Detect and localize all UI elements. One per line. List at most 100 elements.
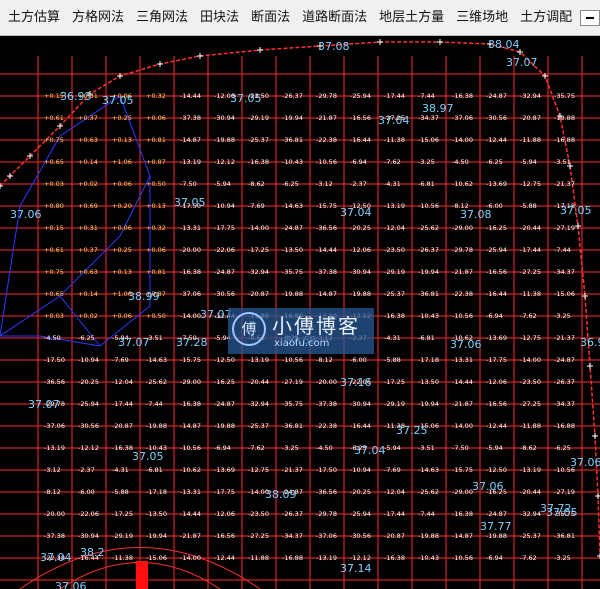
cut-value: -27.25: [520, 268, 541, 276]
elevation-label: 38.09: [265, 488, 297, 501]
cut-value: -36.81: [282, 422, 303, 430]
cut-value: -13.69: [486, 334, 507, 342]
cut-value: -32.94: [248, 268, 269, 276]
cut-value: -7.50: [180, 180, 197, 188]
close-button[interactable]: [580, 10, 600, 26]
cut-value: -7.44: [418, 92, 435, 100]
cut-value: -12.12: [350, 554, 371, 562]
menu-item-0[interactable]: 土方估算: [0, 0, 66, 35]
cut-value: -19.94: [418, 268, 439, 276]
elevation-label: 37.06: [450, 338, 482, 351]
cut-value: -37.38: [44, 532, 65, 540]
cut-value: -10.56: [180, 444, 201, 452]
cut-value: -29.78: [452, 246, 473, 254]
cut-value: -20.00: [44, 510, 65, 518]
fill-value: +0.37: [78, 246, 98, 254]
menu-item-6[interactable]: 地层土方量: [373, 0, 450, 35]
cut-value: -10.94: [214, 202, 235, 210]
cut-value: -17.18: [146, 488, 167, 496]
cut-value: -14.00: [520, 356, 541, 364]
cut-value: -11.88: [248, 554, 269, 562]
cut-value: -12.75: [520, 334, 541, 342]
cut-value: -14.87: [452, 532, 473, 540]
elevation-label: 36.97: [580, 336, 600, 349]
cut-value: -16.56: [350, 114, 371, 122]
cut-value: -6.94: [214, 444, 231, 452]
cut-value: -26.37: [554, 378, 575, 386]
fill-value: +0.06: [112, 180, 132, 188]
fill-value: +0.75: [44, 268, 64, 276]
cut-value: -13.19: [248, 356, 269, 364]
fill-value: +0.02: [78, 180, 98, 188]
cut-value: -20.44: [520, 224, 541, 232]
cut-value: -14.44: [316, 246, 337, 254]
cut-value: -27.25: [248, 532, 269, 540]
fill-value: +0.03: [44, 180, 64, 188]
watermark-emblem-icon: 傅: [232, 312, 266, 346]
cut-value: -24.87: [214, 268, 235, 276]
menu-item-5[interactable]: 道路断面法: [296, 0, 373, 35]
cut-value: -7.62: [248, 444, 265, 452]
cut-value: -13.50: [418, 378, 439, 386]
menu-item-8[interactable]: 土方调配: [514, 0, 578, 35]
cut-value: -15.06: [554, 290, 575, 298]
elevation-label: 37.72: [540, 502, 572, 515]
cut-value: -36.81: [282, 136, 303, 144]
cut-value: -30.94: [350, 268, 371, 276]
menu-item-7[interactable]: 三维场地: [450, 0, 514, 35]
cut-value: -10.56: [282, 356, 303, 364]
cut-value: -14.87: [180, 422, 201, 430]
fill-value: +0.06: [112, 224, 132, 232]
cut-value: -12.04: [384, 224, 405, 232]
elevation-label: 37.07: [506, 56, 538, 69]
cut-value: -21.37: [554, 180, 575, 188]
menu-item-4[interactable]: 断面法: [245, 0, 296, 35]
cut-value: -11.38: [384, 136, 405, 144]
cut-value: -7.62: [520, 554, 537, 562]
cad-drawing-area[interactable]: -14.44 -12.06 -23.50 -26.37 -29.78 -25.94 -17.…: [0, 36, 600, 589]
cut-value: -16.88: [554, 136, 575, 144]
cut-value: -25.94: [486, 246, 507, 254]
cut-value: -35.75: [282, 268, 303, 276]
cut-value: -3.25: [282, 444, 299, 452]
menu-item-1[interactable]: 方格网法: [66, 0, 130, 35]
cut-value: -3.51: [554, 158, 571, 166]
cut-value: -10.43: [418, 312, 439, 320]
cut-value: -20.87: [520, 114, 541, 122]
cut-value: -10.62: [452, 180, 473, 188]
elevation-label: 38.99: [128, 290, 160, 303]
cut-value: -22.38: [316, 136, 337, 144]
cut-value: -21.37: [554, 334, 575, 342]
cut-value: -6.81: [418, 334, 435, 342]
cut-value: -17.18: [418, 356, 439, 364]
cut-value: -34.37: [554, 268, 575, 276]
fill-value: +0.13: [112, 136, 132, 144]
cut-value: -16.56: [214, 532, 235, 540]
cut-value: -4.31: [112, 466, 129, 474]
menu-item-2[interactable]: 三角网法: [130, 0, 194, 35]
cut-value: -20.25: [350, 488, 371, 496]
cut-value: -16.44: [350, 422, 371, 430]
menu-item-3[interactable]: 田块法: [194, 0, 245, 35]
cut-value: -27.19: [554, 488, 575, 496]
fill-value: +0.81: [146, 136, 166, 144]
cut-value: -36.56: [316, 488, 337, 496]
fill-value: +0.32: [146, 92, 166, 100]
cut-value: -7.69: [112, 356, 129, 364]
cut-value: -19.94: [146, 532, 167, 540]
cut-value: -21.87: [452, 400, 473, 408]
fill-value: +0.13: [112, 268, 132, 276]
cut-value: -37.38: [316, 268, 337, 276]
cut-value: -7.44: [554, 246, 571, 254]
elevation-label: 37.06: [10, 208, 42, 221]
cut-value: -17.75: [214, 224, 235, 232]
fill-value: +0.50: [146, 180, 166, 188]
cut-value: -20.44: [248, 378, 269, 386]
elevation-label: 37.06: [55, 580, 87, 589]
cut-value: -13.50: [146, 510, 167, 518]
cut-value: -10.43: [418, 554, 439, 562]
cut-value: -5.94: [520, 158, 537, 166]
cut-value: -23.50: [248, 510, 269, 518]
cut-value: -24.87: [486, 510, 507, 518]
cut-value: -17.44: [112, 400, 133, 408]
